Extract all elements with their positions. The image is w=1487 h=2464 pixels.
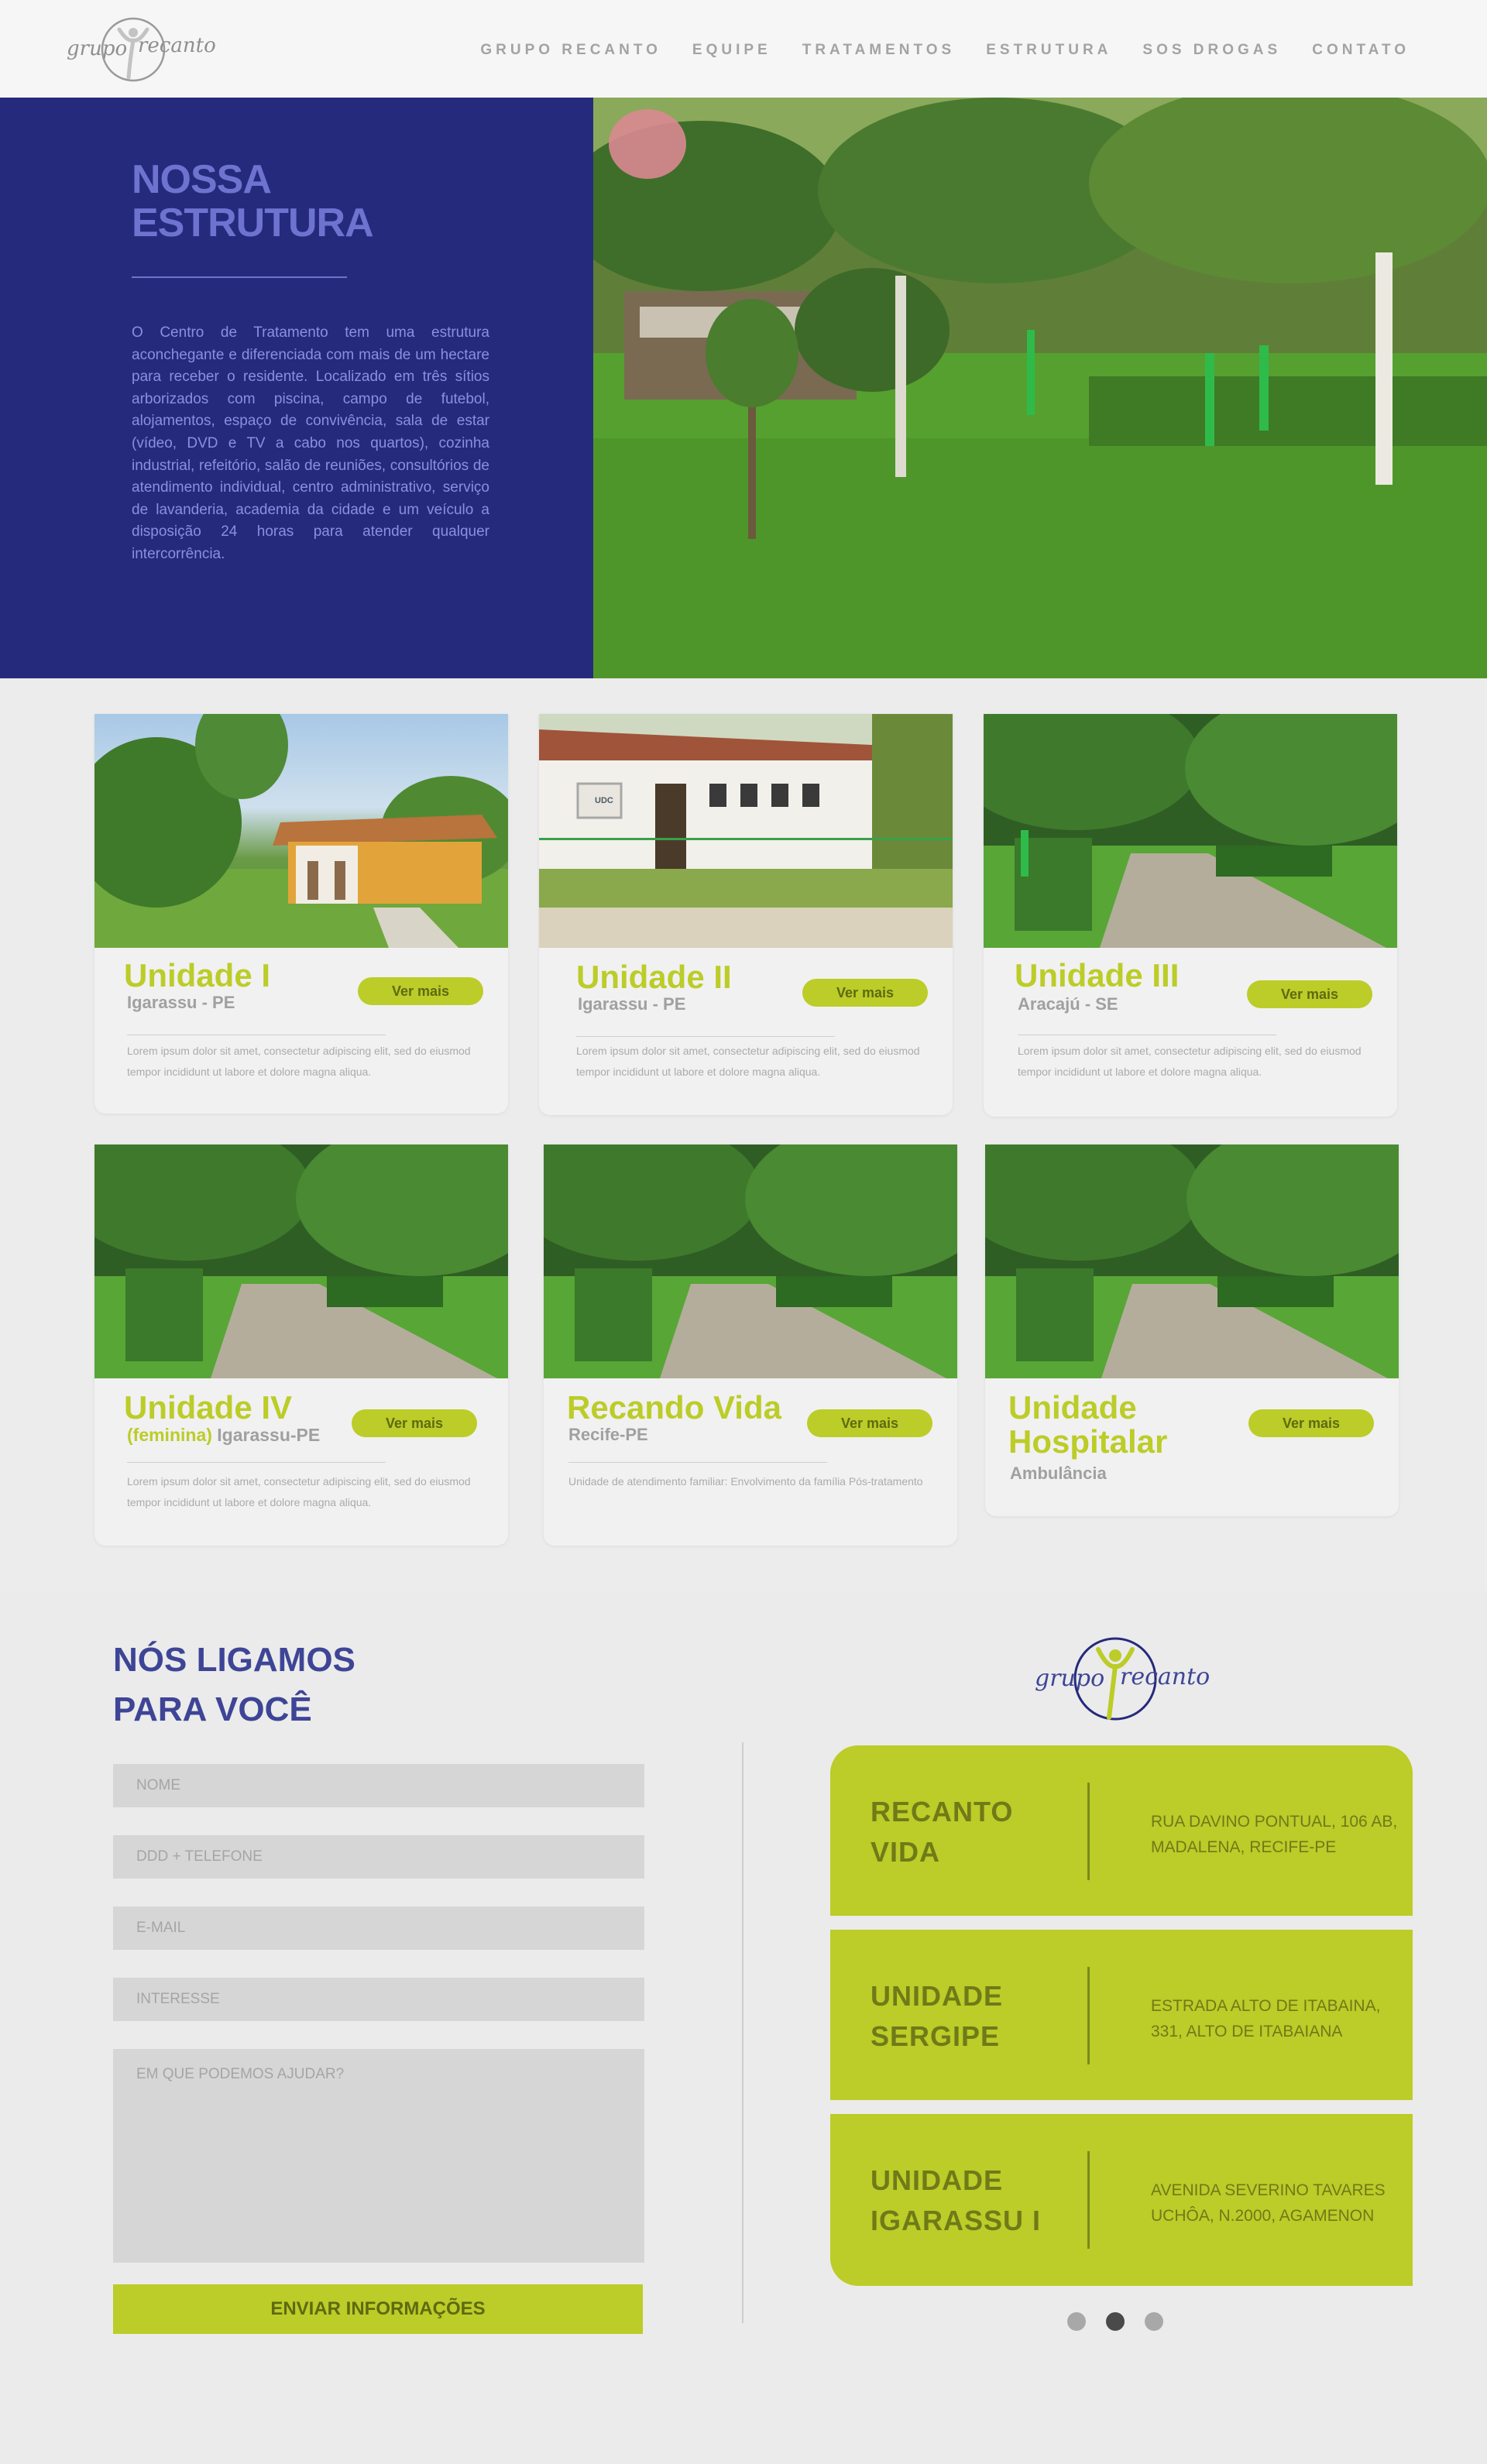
nav-tratamentos[interactable]: TRATAMENTOS xyxy=(802,42,956,59)
hero-divider xyxy=(132,276,347,278)
unit-photo-house xyxy=(94,714,508,948)
carousel-dot-3[interactable] xyxy=(1145,2312,1163,2331)
unit-description: Lorem ipsum dolor sit amet, consectetur … xyxy=(127,1475,471,1508)
unit-location: Ambulância xyxy=(1010,1464,1107,1483)
send-button[interactable]: ENVIAR INFORMAÇÕES xyxy=(113,2284,643,2334)
card-divider xyxy=(576,1036,835,1037)
unit-card: Unidade I Igarassu - PE Ver mais Lorem i… xyxy=(94,714,508,1114)
nav-equipe[interactable]: EQUIPE xyxy=(692,42,771,59)
carousel-dot-1[interactable] xyxy=(1067,2312,1086,2331)
hero-title: NOSSA ESTRUTURA xyxy=(132,157,374,245)
hero-description: O Centro de Tratamento tem uma estrutura… xyxy=(132,324,489,562)
ver-mais-button[interactable]: Ver mais xyxy=(807,1409,932,1437)
address-divider xyxy=(1087,2151,1090,2249)
unit-title: Unidade III xyxy=(1015,957,1180,993)
name-field[interactable] xyxy=(113,1764,644,1807)
address-name: RECANTO VIDA xyxy=(871,1796,1014,1868)
unit-card: Unidade Hospitalar Ambulância Ver mais xyxy=(985,1144,1399,1516)
card-divider xyxy=(568,1462,827,1463)
garden-path-illustration xyxy=(984,714,1397,948)
address-name: UNIDADE SERGIPE xyxy=(871,1980,1004,2052)
ver-mais-button[interactable]: Ver mais xyxy=(802,979,928,1007)
contact-title: NÓS LIGAMOS PARA VOCÊ xyxy=(113,1641,355,1728)
address-text: ESTRADA ALTO DE ITABAINA, 331, ALTO DE I… xyxy=(1151,1997,1381,2040)
ver-mais-button[interactable]: Ver mais xyxy=(358,977,483,1005)
garden-illustration xyxy=(593,98,1487,678)
unit-location: Recife-PE xyxy=(568,1425,648,1444)
house-illustration xyxy=(94,714,508,948)
logo-word-recanto: recanto xyxy=(138,34,216,57)
garden-path-illustration xyxy=(94,1144,508,1378)
email-field[interactable] xyxy=(113,1906,644,1950)
address-card-igarassu: UNIDADE IGARASSU I AVENIDA SEVERINO TAVA… xyxy=(830,2114,1413,2286)
vertical-divider xyxy=(742,1742,744,2323)
unit-location: Igarassu - PE xyxy=(578,994,686,1014)
card-divider xyxy=(127,1462,386,1463)
message-field[interactable] xyxy=(113,2049,644,2263)
unit-card: Unidade III Aracajú - SE Ver mais Lorem … xyxy=(984,714,1397,1117)
ver-mais-button[interactable]: Ver mais xyxy=(1247,980,1372,1008)
unit-photo-garden-path xyxy=(544,1144,957,1378)
hero-garden-photo xyxy=(593,98,1487,678)
unit-title: Unidade II xyxy=(576,959,732,995)
unit-card: Recando Vida Recife-PE Ver mais Unidade … xyxy=(544,1144,957,1546)
main-nav: GRUPO RECANTO EQUIPE TRATAMENTOS ESTRUTU… xyxy=(449,42,1410,59)
nav-contato[interactable]: CONTATO xyxy=(1312,42,1410,59)
unit-highlight: (feminina) xyxy=(127,1425,212,1445)
contact-section: NÓS LIGAMOS PARA VOCÊ ENVIAR INFORMAÇÕES… xyxy=(0,1591,1487,2464)
nav-estrutura[interactable]: ESTRUTURA xyxy=(986,42,1111,59)
unit-location: (feminina) Igarassu-PE xyxy=(127,1425,320,1446)
udc-building-illustration xyxy=(539,714,953,948)
unit-description: Lorem ipsum dolor sit amet, consectetur … xyxy=(1018,1045,1362,1078)
unit-description: Lorem ipsum dolor sit amet, consectetur … xyxy=(127,1045,471,1078)
logo-word-recanto: recanto xyxy=(1120,1663,1211,1690)
ver-mais-button[interactable]: Ver mais xyxy=(1248,1409,1374,1437)
address-text: AVENIDA SEVERINO TAVARES UCHÔA, N.2000, … xyxy=(1151,2181,1386,2225)
unit-title: Unidade IV xyxy=(124,1389,293,1426)
unit-title: Recando Vida xyxy=(567,1389,781,1426)
nav-grupo-recanto[interactable]: GRUPO RECANTO xyxy=(480,42,661,59)
address-card-sergipe: UNIDADE SERGIPE ESTRADA ALTO DE ITABAINA… xyxy=(830,1930,1413,2100)
interest-field[interactable] xyxy=(113,1978,644,2021)
carousel-dots xyxy=(1067,2312,1183,2331)
address-card-recanto-vida: RECANTO VIDA RUA DAVINO PONTUAL, 106 AB,… xyxy=(830,1745,1413,1916)
carousel-dot-2[interactable] xyxy=(1106,2312,1125,2331)
phone-field[interactable] xyxy=(113,1835,644,1879)
unit-card: UDC Unidade II Igarassu - PE Ver mais Lo… xyxy=(539,714,953,1115)
address-name: UNIDADE IGARASSU I xyxy=(871,2164,1042,2236)
grupo-recanto-logo: grupo recanto xyxy=(1030,1632,1210,1725)
hero-text-panel: NOSSA ESTRUTURA O Centro de Tratamento t… xyxy=(0,98,593,678)
nav-sos-drogas[interactable]: SOS DROGAS xyxy=(1142,42,1281,59)
unit-title: Unidade Hospitalar xyxy=(1008,1389,1168,1460)
grupo-recanto-logo[interactable]: grupo recanto xyxy=(67,12,216,85)
unit-card: Unidade IV (feminina) Igarassu-PE Ver ma… xyxy=(94,1144,508,1546)
unit-location: Aracajú - SE xyxy=(1018,994,1118,1014)
structure-hero: NOSSA ESTRUTURA O Centro de Tratamento t… xyxy=(0,98,1487,678)
unit-description: Unidade de atendimento familiar: Envolvi… xyxy=(568,1475,923,1488)
garden-path-illustration xyxy=(985,1144,1399,1378)
address-divider xyxy=(1087,1967,1090,2064)
address-text: RUA DAVINO PONTUAL, 106 AB, MADALENA, RE… xyxy=(1151,1813,1398,1856)
site-header: grupo recanto GRUPO RECANTO EQUIPE TRATA… xyxy=(0,0,1487,98)
unit-photo-garden-path xyxy=(94,1144,508,1378)
garden-path-illustration xyxy=(544,1144,957,1378)
unit-title: Unidade I xyxy=(124,957,271,993)
ver-mais-button[interactable]: Ver mais xyxy=(352,1409,477,1437)
unit-photo-garden-path xyxy=(984,714,1397,948)
unit-location: Igarassu - PE xyxy=(127,993,235,1012)
unit-description: Lorem ipsum dolor sit amet, consectetur … xyxy=(576,1045,920,1078)
unit-photo-garden-path xyxy=(985,1144,1399,1378)
unit-location-text: Igarassu-PE xyxy=(217,1425,321,1445)
address-divider xyxy=(1087,1783,1090,1880)
udc-sign: UDC xyxy=(595,796,613,805)
unit-photo-udc-building: UDC xyxy=(539,714,953,948)
